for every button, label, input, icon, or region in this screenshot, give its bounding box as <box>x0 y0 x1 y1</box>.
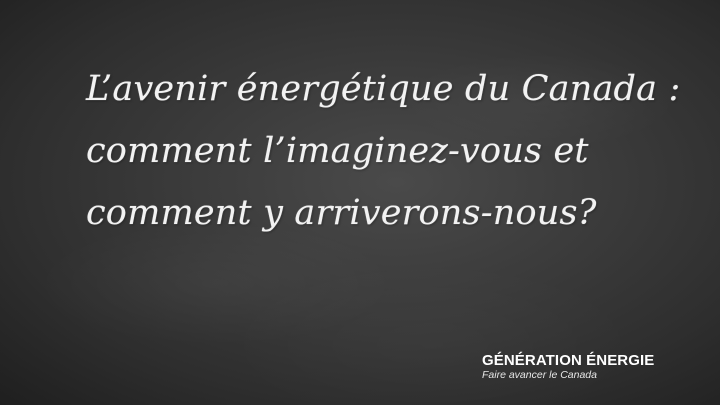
headline-line-3: comment y arriverons-nous? <box>86 193 597 233</box>
brand-logo: GÉNÉRATION ÉNERGIE Faire avancer le Cana… <box>482 352 682 381</box>
headline: L’avenir énergétique du Canada : comment… <box>86 58 696 244</box>
headline-line-1: L’avenir énergétique du Canada : <box>86 69 681 109</box>
chalkboard-slide: L’avenir énergétique du Canada : comment… <box>0 0 720 405</box>
headline-line-2: comment l’imaginez-vous et <box>86 131 589 171</box>
brand-tagline: Faire avancer le Canada <box>482 369 597 381</box>
brand-name: GÉNÉRATION ÉNERGIE <box>482 352 655 369</box>
